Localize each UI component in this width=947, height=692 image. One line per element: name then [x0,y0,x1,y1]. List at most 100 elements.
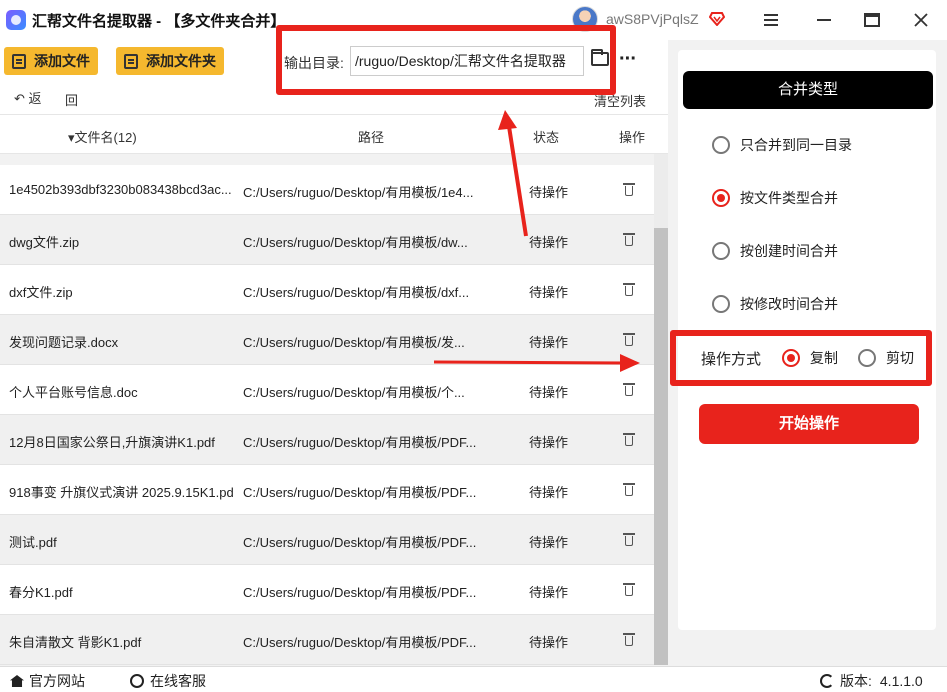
row-status: 待操作 [529,385,569,400]
vip-diamond-icon[interactable] [708,12,725,26]
row-path: C:/Users/ruguo/Desktop/有用模板/PDF... [243,635,477,650]
start-button[interactable]: 开始操作 [699,404,919,444]
table-row[interactable]: 12月8日国家公祭日,升旗演讲K1.pdf C:/Users/ruguo/Des… [0,415,654,465]
table-row[interactable]: dxf文件.zip C:/Users/ruguo/Desktop/有用模板/dx… [0,265,654,315]
version-number: 4.1.1.0 [879,673,923,689]
close-icon[interactable] [909,8,933,32]
table-row[interactable]: 测试.pdf C:/Users/ruguo/Desktop/有用模板/PDF..… [0,515,654,565]
radio-circle-selected[interactable] [712,189,730,207]
home-icon [10,675,24,687]
row-filename: 测试.pdf [9,535,57,550]
delete-icon[interactable] [623,232,636,246]
table-row[interactable]: 春分K1.pdf C:/Users/ruguo/Desktop/有用模板/PDF… [0,565,654,615]
row-path: C:/Users/ruguo/Desktop/有用模板/dxf... [243,285,470,300]
row-filename: 朱自清散文 背影K1.pdf [9,635,142,650]
delete-icon[interactable] [623,582,636,596]
footer: 官方网站 在线客服 版本: 4.1.1.0 [0,666,947,692]
row-path: C:/Users/ruguo/Desktop/有用模板/PDF... [243,485,477,500]
radio-same-dir[interactable]: 只合并到同一目录 [712,135,852,155]
version-label: 版本: [840,673,872,689]
table-header: ▾文件名(12) 路径 状态 操作 [0,114,668,154]
table-row[interactable]: 918事变 升旗仪式演讲 2025.9.15K1.pdf C:/Users/ru… [0,465,654,515]
row-path: C:/Users/ruguo/Desktop/有用模板/PDF... [243,535,477,550]
row-status: 待操作 [529,535,569,550]
row-filename: 1e4502b393dbf3230b083438bcd3ac... [9,182,232,197]
header-filename[interactable]: ▾文件名(12) [68,127,137,146]
radio-by-modified[interactable]: 按修改时间合并 [712,294,838,314]
row-status: 待操作 [529,335,569,350]
highlight-operation-mode [670,330,932,386]
radio-by-created[interactable]: 按创建时间合并 [712,241,838,261]
add-file-label: 添加文件 [34,53,90,69]
table-row[interactable]: dwg文件.zip C:/Users/ruguo/Desktop/有用模板/dw… [0,215,654,265]
radio-by-type[interactable]: 按文件类型合并 [712,188,838,208]
row-status: 待操作 [529,435,569,450]
table-row[interactable]: 个人平台账号信息.doc C:/Users/ruguo/Desktop/有用模板… [0,365,654,415]
file-table: 1e4502b393dbf3230b083438bcd3ac... C:/Use… [0,165,654,665]
radio-label: 按修改时间合并 [740,296,838,312]
row-path: C:/Users/ruguo/Desktop/有用模板/dw... [243,235,468,250]
row-path: C:/Users/ruguo/Desktop/有用模板/PDF... [243,585,477,600]
scrollbar-thumb[interactable] [654,228,668,665]
delete-icon[interactable] [623,632,636,646]
row-path: C:/Users/ruguo/Desktop/有用模板/个... [243,385,465,400]
radio-circle[interactable] [712,136,730,154]
website-link[interactable]: 官方网站 [10,671,85,691]
row-filename: dxf文件.zip [9,285,73,300]
delete-icon[interactable] [623,532,636,546]
radio-circle[interactable] [712,242,730,260]
header-action: 操作 [619,130,646,145]
delete-icon[interactable] [623,182,636,196]
version-info: 版本: 4.1.1.0 [820,671,923,691]
support-icon [130,674,144,688]
delete-icon[interactable] [623,482,636,496]
table-row[interactable]: 1e4502b393dbf3230b083438bcd3ac... C:/Use… [0,165,654,215]
window-title: 汇帮文件名提取器 - 【多文件夹合并】 [32,12,286,30]
add-folder-button[interactable]: 添加文件夹 [116,47,224,75]
row-status: 待操作 [529,185,569,200]
table-row[interactable]: 朱自清散文 背影K1.pdf C:/Users/ruguo/Desktop/有用… [0,615,654,665]
minimize-icon[interactable] [812,8,836,32]
delete-icon[interactable] [623,432,636,446]
file-list-icon [12,53,26,69]
table-row[interactable]: 发现问题记录.docx C:/Users/ruguo/Desktop/有用模板/… [0,315,654,365]
header-status: 状态 [533,130,560,145]
menu-icon[interactable] [759,8,783,32]
maximize-icon[interactable] [860,8,884,32]
row-filename: 12月8日国家公祭日,升旗演讲K1.pdf [9,435,215,450]
row-status: 待操作 [529,635,569,650]
delete-icon[interactable] [623,332,636,346]
app-logo-icon [6,10,26,30]
radio-label: 只合并到同一目录 [740,137,852,153]
row-path: C:/Users/ruguo/Desktop/有用模板/发... [243,335,465,350]
row-filename: 春分K1.pdf [9,585,73,600]
row-status: 待操作 [529,285,569,300]
delete-icon[interactable] [623,382,636,396]
redo-button[interactable]: 回 [65,90,78,109]
row-filename: 918事变 升旗仪式演讲 2025.9.15K1.pdf [9,485,233,500]
add-file-button[interactable]: 添加文件 [4,47,98,75]
header-path: 路径 [358,130,385,145]
merge-type-header: 合并类型 [683,71,933,109]
row-path: C:/Users/ruguo/Desktop/有用模板/PDF... [243,435,477,450]
highlight-output-dir [276,25,616,95]
add-folder-label: 添加文件夹 [146,53,216,69]
radio-circle[interactable] [712,295,730,313]
undo-button[interactable]: ↶ 返 [14,88,42,107]
row-filename: 个人平台账号信息.doc [9,385,138,400]
folder-plus-icon [124,53,138,69]
more-options-icon[interactable]: ··· [619,48,637,71]
support-link[interactable]: 在线客服 [130,671,206,691]
row-status: 待操作 [529,485,569,500]
row-filename: dwg文件.zip [9,235,80,250]
radio-label: 按创建时间合并 [740,243,838,259]
row-status: 待操作 [529,585,569,600]
row-status: 待操作 [529,235,569,250]
support-label: 在线客服 [150,673,206,689]
row-path: C:/Users/ruguo/Desktop/有用模板/1e4... [243,185,474,200]
update-icon [820,674,834,688]
delete-icon[interactable] [623,282,636,296]
radio-label: 按文件类型合并 [740,190,838,206]
username[interactable]: awS8PVjPqlsZ [606,11,699,27]
website-label: 官方网站 [29,673,85,689]
